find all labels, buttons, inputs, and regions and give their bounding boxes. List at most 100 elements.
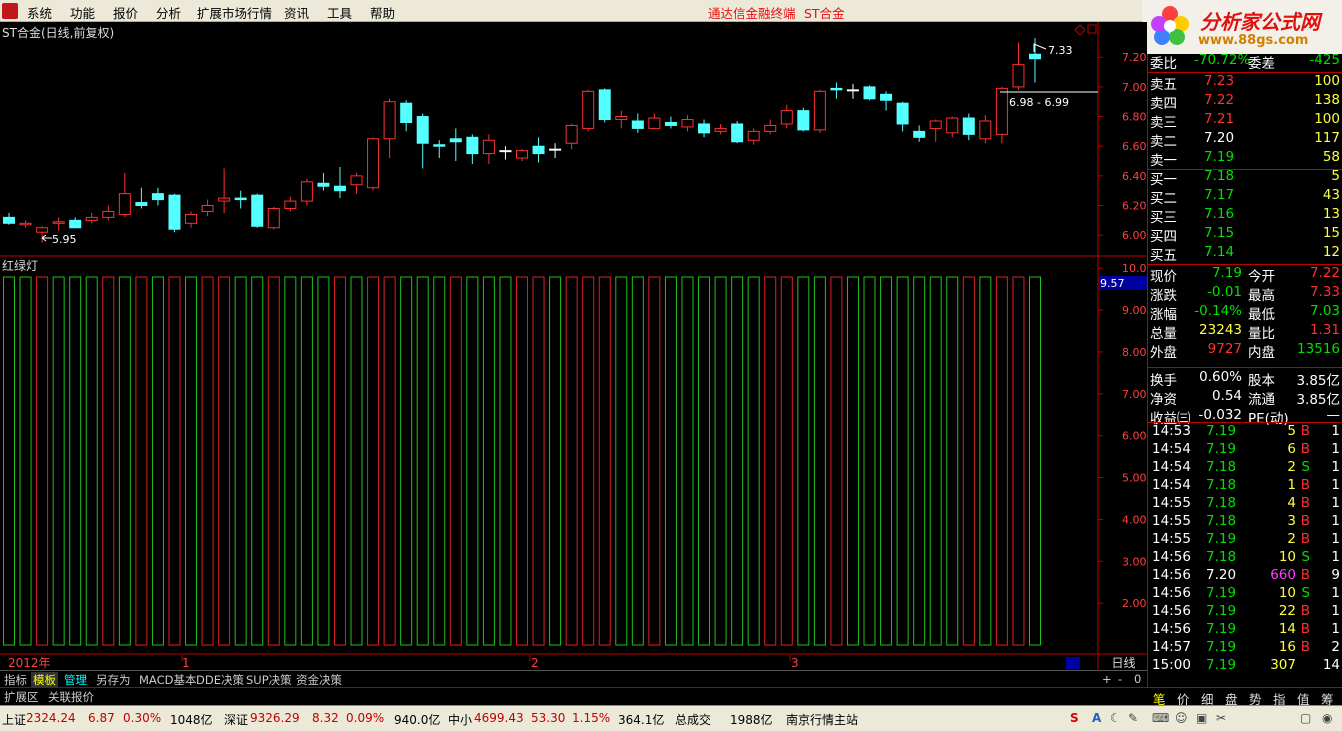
quote-panel: 委比 -70.72% 委差 -425 卖五 7.23 100 卖四 7.22 138 卖三 7… [1147,52,1342,705]
candle-body [416,116,429,144]
candle-body [201,205,214,212]
buy-level-row: 买二 7.17 43 [1150,187,1340,207]
sh-amount: 1048亿 [170,713,213,727]
tray-network-icon[interactable]: ◉ [1322,711,1332,725]
menu-help[interactable]: 帮助 [370,3,395,22]
candle-body [317,182,330,187]
indicator-tick-label: 7.00 [1122,388,1147,401]
weibi-row: 委比 -70.72% 委差 -425 [1150,52,1340,72]
tab-fund[interactable]: 资金决策 [294,672,344,688]
candle-body [499,150,512,153]
candle-body [598,89,611,121]
menu-tools[interactable]: 工具 [327,3,352,22]
candle-body [1029,53,1041,60]
candle-body [350,175,363,186]
flower-logo-icon [1151,6,1189,45]
brand-url: www.88gs.com [1198,33,1309,48]
tab-extension[interactable]: 扩展区 [2,689,41,705]
sh-change: 6.87 [88,711,115,725]
tray-s-icon[interactable]: S [1070,711,1079,725]
candle-body [764,124,777,132]
candle-body [19,222,32,226]
candle-body [830,87,843,91]
menu-news[interactable]: 资讯 [284,3,309,22]
server-name[interactable]: 南京行情主站 [786,711,858,728]
tick-row: 14:56 7.20 660 B 9 [1152,567,1340,583]
tab-related-quote[interactable]: 关联报价 [46,689,96,705]
app-name: 通达信金融终端 [708,6,796,21]
buy-level-row: 买四 7.15 15 [1150,225,1340,245]
tab-dde[interactable]: DDE决策 [194,672,246,688]
stat-row: 外盘 9727 内盘 13516 [1150,341,1340,361]
candle-body [52,221,65,224]
tab-manage[interactable]: 管理 [62,672,89,688]
candle-body [747,130,760,141]
candle-body [482,139,495,155]
tick-row: 14:56 7.19 14 B 1 [1152,621,1340,637]
candle-body [631,120,644,129]
candle-body [813,90,826,131]
menu-system[interactable]: 系统 [27,3,52,22]
tab-save-as[interactable]: 另存为 [94,672,133,688]
chart-area[interactable]: 7.20 7.00 6.80 6.60 6.40 6.20 6.00 10.00 9.00 8.… [0,22,1147,670]
reset-button[interactable]: 0 [1132,672,1143,686]
menu-extended-market[interactable]: 扩展市场行情 [197,3,272,22]
indicator-tick-label: 2.00 [1122,597,1147,610]
quote-panel-tabs: 笔价细盘势指值筹 [1147,687,1342,707]
candle-body [400,102,413,123]
candle-body [582,90,595,129]
tray-pen-icon[interactable]: ✎ [1128,711,1138,725]
stat-row: 涨幅 -0.14% 最低 7.03 [1150,303,1340,323]
brand-title: 分析家公式网 [1200,10,1320,34]
tab-template[interactable]: 模板 [31,672,58,688]
candle-body [731,123,744,143]
candle-body [896,102,909,125]
candle-body [962,117,975,135]
candle-body [516,150,528,159]
indicator-tick-label: 4.00 [1122,513,1147,526]
candle-body [333,185,346,192]
candle-body [714,127,727,132]
zoom-in-button[interactable]: + [1100,672,1114,686]
high-annotation: 7.33 [1048,44,1073,57]
candle-body [929,120,942,129]
sell-level-row: 卖二 7.20 117 [1150,130,1340,150]
sz-change: 8.32 [312,711,339,725]
zx-name: 中小 [448,713,473,727]
sell-level-row: 卖三 7.21 100 [1150,111,1340,131]
stock-title: ST合金(日线,前复权) [2,26,115,40]
menu-analysis[interactable]: 分析 [156,3,181,22]
zoom-out-button[interactable]: - [1116,672,1124,686]
indicator-tick-label: 5.00 [1122,472,1147,485]
buy-level-row: 买一 7.18 5 [1150,168,1340,188]
stat-row: 现价 7.19 今开 7.22 [1150,265,1340,285]
total-label: 总成交 [675,713,712,727]
candle-body [185,213,198,224]
menu-function[interactable]: 功能 [70,3,95,22]
zx-amount: 364.1亿 [618,713,665,727]
stat2-row: 净资 0.54 流通 3.85亿 [1150,388,1340,408]
tray-user-icon[interactable]: ☺ [1175,711,1188,725]
candle-body [466,136,479,155]
time-month-1: 1 [182,656,190,670]
price-tick-label: 6.80 [1122,111,1147,124]
tray-shirt-icon[interactable]: ▣ [1196,711,1207,725]
tick-row: 14:54 7.18 1 B 1 [1152,477,1340,493]
time-axis: 2012年 1 2 3 [8,655,1080,670]
tray-window-icon[interactable]: ▢ [1300,711,1311,725]
period-label[interactable]: 日线 [1100,654,1147,670]
tray-a-icon[interactable]: A [1092,711,1101,725]
tab-indicator[interactable]: 指标 [2,672,29,688]
candle-body [979,120,992,140]
tab-sup[interactable]: SUP决策 [244,672,294,688]
scroll-indicator[interactable] [1066,657,1080,669]
candle-body [151,193,164,201]
tray-keyboard-icon[interactable]: ⌨ [1152,711,1169,725]
sz-amount: 940.0亿 [394,713,441,727]
tray-moon-icon[interactable]: ☾ [1110,711,1121,725]
candle-body [648,117,661,129]
candle-body [615,116,628,121]
tray-tool-icon[interactable]: ✂ [1216,711,1226,725]
menu-quote[interactable]: 报价 [113,3,138,22]
tab-macd[interactable]: MACD基本 [137,672,198,688]
